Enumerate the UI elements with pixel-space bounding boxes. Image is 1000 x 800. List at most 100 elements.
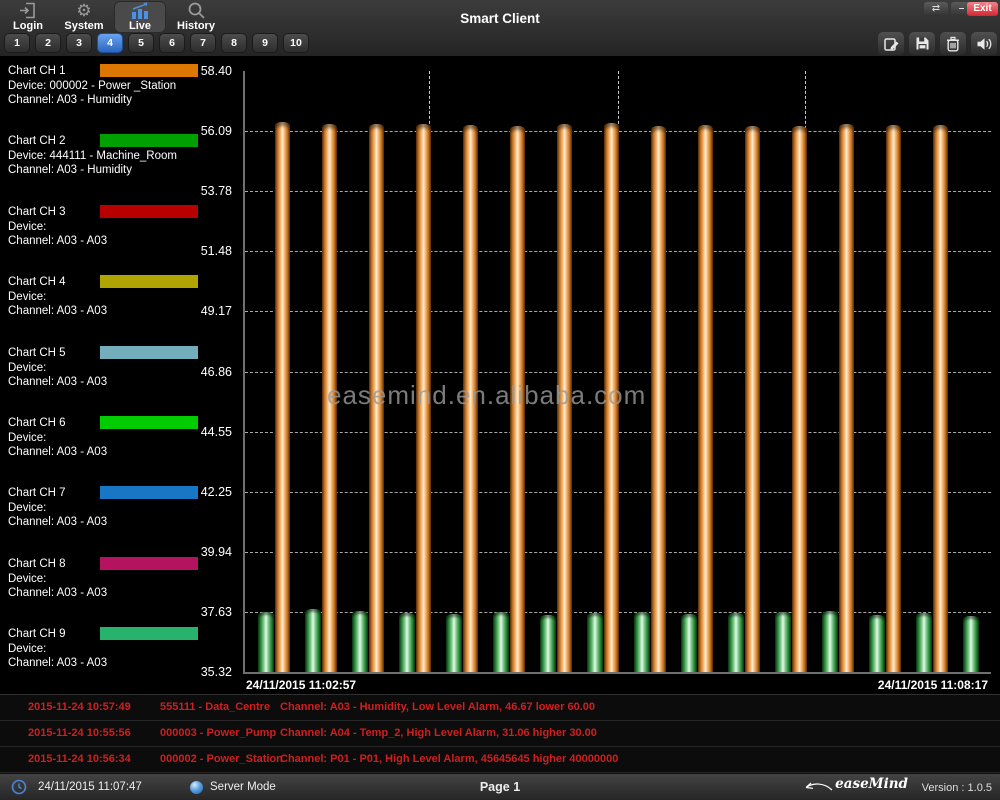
channel-name: Chart CH 6 — [8, 417, 66, 429]
y-axis-tick-label: 53.78 — [188, 184, 232, 198]
tab-10[interactable]: 10 — [283, 33, 309, 53]
bar-green — [634, 612, 650, 672]
y-axis-tick-label: 56.09 — [188, 124, 232, 138]
bar-green — [493, 612, 509, 672]
channel-device: Device: — [8, 501, 236, 515]
edit-button[interactable] — [878, 32, 904, 55]
nav-history-label: History — [170, 20, 222, 32]
channel-device: Device: — [8, 642, 236, 656]
bar-green — [352, 611, 368, 672]
save-icon — [915, 36, 930, 51]
nav-login[interactable]: Login — [2, 1, 54, 33]
switch-view-button[interactable]: ⇄ — [924, 2, 948, 16]
tab-2[interactable]: 2 — [35, 33, 61, 53]
bar-orange — [604, 123, 619, 672]
alarm-device: 000002 - Power_Station — [160, 753, 283, 765]
status-datetime: 24/11/2015 11:07:47 — [38, 781, 142, 793]
channel-color-swatch — [100, 64, 198, 77]
channel-name: Chart CH 4 — [8, 276, 66, 288]
tab-5[interactable]: 5 — [128, 33, 154, 53]
brand-logo: easeMind — [805, 777, 908, 791]
bar-green — [540, 615, 556, 672]
tab-9[interactable]: 9 — [252, 33, 278, 53]
magnifier-icon — [170, 1, 222, 20]
channel-device: Device: 000002 - Power _Station — [8, 79, 236, 93]
bar-orange — [886, 125, 901, 672]
trash-icon — [946, 36, 960, 52]
y-axis-tick-label: 44.55 — [188, 425, 232, 439]
alarm-message: Channel: A04 - Temp_2, High Level Alarm,… — [280, 727, 597, 739]
bar-green — [916, 613, 932, 672]
alarm-time: 2015-11-24 10:56:34 — [28, 753, 131, 765]
y-axis-tick-label: 46.86 — [188, 365, 232, 379]
version-label: Version : 1.0.5 — [922, 782, 992, 794]
delete-button[interactable] — [940, 32, 966, 55]
bar-green — [399, 613, 415, 672]
nav-login-label: Login — [2, 20, 54, 32]
channel-color-swatch — [100, 627, 198, 640]
nav-history[interactable]: History — [170, 1, 222, 33]
channel-legend-item[interactable]: Chart CH 9Device:Channel: A03 - A03 — [8, 627, 236, 670]
tab-1[interactable]: 1 — [4, 33, 30, 53]
y-axis-tick-label: 51.48 — [188, 244, 232, 258]
channel-device: Device: — [8, 290, 236, 304]
channel-legend-item[interactable]: Chart CH 2Device: 444111 - Machine_RoomC… — [8, 134, 236, 177]
switch-icon: ⇄ — [932, 3, 940, 14]
main-area: Chart CH 1 Device: 000002 - Power _Statio… — [0, 56, 1000, 694]
bar-orange — [463, 125, 478, 672]
channel-channel: Channel: A03 - Humidity — [8, 93, 236, 107]
channel-channel: Channel: A03 - A03 — [8, 445, 236, 459]
bar-green — [681, 614, 697, 672]
bar-green — [822, 611, 838, 672]
header-bar: Login ⚙ System Live History Smart Client… — [0, 0, 1000, 56]
bar-orange — [933, 125, 948, 672]
channel-device: Device: — [8, 220, 236, 234]
alarm-message: Channel: A03 - Humidity, Low Level Alarm… — [280, 701, 595, 713]
channel-color-swatch — [100, 205, 198, 218]
logo-swoosh-icon — [805, 781, 833, 791]
nav-system[interactable]: ⚙ System — [58, 1, 110, 33]
save-button[interactable] — [909, 32, 935, 55]
alarm-row[interactable]: 2015-11-24 10:57:49555111 - Data_CentreC… — [0, 695, 1000, 721]
bar-green — [963, 616, 979, 672]
bar-green — [446, 614, 462, 672]
clock-icon — [11, 779, 27, 798]
y-axis-tick-label: 39.94 — [188, 545, 232, 559]
sound-button[interactable] — [971, 32, 997, 55]
channel-legend-item[interactable]: Chart CH 3Device:Channel: A03 - A03 — [8, 205, 236, 248]
alarm-device: 555111 - Data_Centre — [160, 701, 270, 713]
channel-device: Device: — [8, 572, 236, 586]
bar-orange — [651, 126, 666, 672]
nav-live-label: Live — [114, 20, 166, 32]
y-axis-tick-label: 42.25 — [188, 485, 232, 499]
bar-green — [775, 612, 791, 672]
channel-name: Chart CH 1 — [8, 65, 66, 77]
alarm-row[interactable]: 2015-11-24 10:56:34 000002 - Power_Statio… — [0, 747, 1000, 773]
exit-button[interactable]: Exit — [967, 2, 998, 16]
status-bar: 24/11/2015 11:07:47 Server Mode Page 1 e… — [0, 773, 1000, 800]
y-axis-tick-label: 35.32 — [188, 665, 232, 679]
live-chart-icon — [114, 1, 166, 20]
server-mode-label: Server Mode — [210, 781, 276, 793]
tab-6[interactable]: 6 — [159, 33, 185, 53]
channel-device: Device: 444111 - Machine_Room — [8, 149, 236, 163]
edit-icon — [883, 36, 899, 52]
alarm-message: Channel: P01 - P01, High Level Alarm, 45… — [280, 753, 618, 765]
bar-orange — [369, 124, 384, 672]
tab-4[interactable]: 4 — [97, 33, 123, 53]
alarm-row[interactable]: 2015-11-24 10:55:56000003 - Power_PumpCh… — [0, 721, 1000, 747]
nav-live[interactable]: Live — [114, 1, 166, 33]
tab-3[interactable]: 3 — [66, 33, 92, 53]
channel-name: Chart CH 7 — [8, 487, 66, 499]
tab-8[interactable]: 8 — [221, 33, 247, 53]
chart-plot — [243, 71, 991, 674]
channel-legend-item[interactable]: Chart CH 8Device:Channel: A03 - A03 — [8, 557, 236, 600]
channel-name: Chart CH 5 — [8, 347, 66, 359]
bar-orange — [416, 124, 431, 672]
bar-orange — [275, 122, 290, 672]
tab-7[interactable]: 7 — [190, 33, 216, 53]
channel-name: Chart CH 2 — [8, 135, 66, 147]
channel-color-swatch — [100, 275, 198, 288]
speaker-icon — [976, 37, 992, 51]
bar-orange — [557, 124, 572, 672]
